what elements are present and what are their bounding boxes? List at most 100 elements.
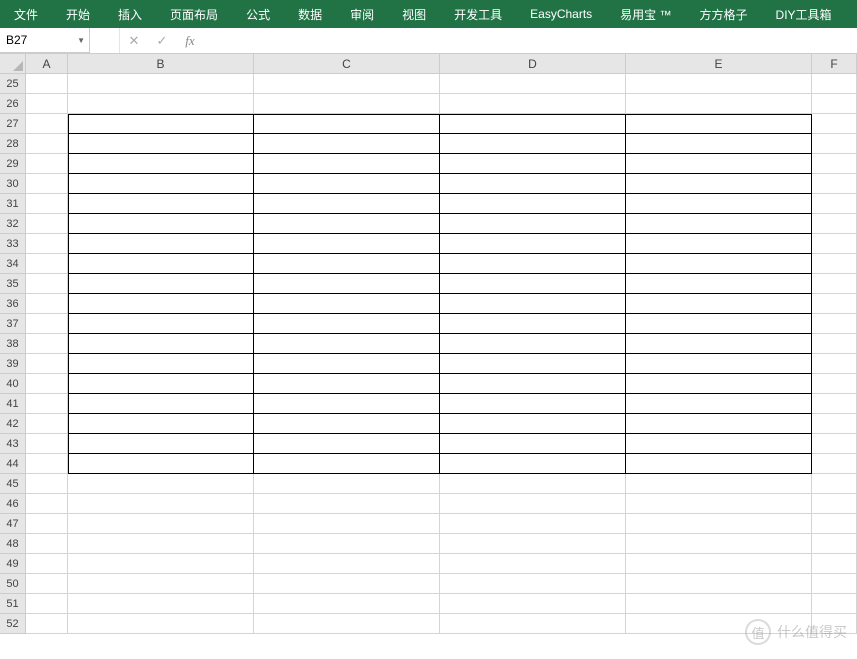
cell-E29[interactable] [626,154,812,174]
cell-E44[interactable] [626,454,812,474]
cell-B27[interactable] [68,114,254,134]
cell-A44[interactable] [26,454,68,474]
ribbon-tab-5[interactable]: 数据 [284,0,336,28]
cell-D41[interactable] [440,394,626,414]
ribbon-tab-9[interactable]: EasyCharts [516,0,606,28]
cell-C51[interactable] [254,594,440,614]
cell-D36[interactable] [440,294,626,314]
cell-F41[interactable] [812,394,857,414]
cell-A31[interactable] [26,194,68,214]
row-header-32[interactable]: 32 [0,214,26,234]
cell-F32[interactable] [812,214,857,234]
column-header-C[interactable]: C [254,54,440,74]
cell-C30[interactable] [254,174,440,194]
cell-C41[interactable] [254,394,440,414]
cell-D33[interactable] [440,234,626,254]
cell-A45[interactable] [26,474,68,494]
cell-A39[interactable] [26,354,68,374]
row-header-38[interactable]: 38 [0,334,26,354]
cell-E33[interactable] [626,234,812,254]
cell-A35[interactable] [26,274,68,294]
cell-F50[interactable] [812,574,857,594]
cell-F49[interactable] [812,554,857,574]
cell-D31[interactable] [440,194,626,214]
cell-B29[interactable] [68,154,254,174]
cell-B41[interactable] [68,394,254,414]
cell-A40[interactable] [26,374,68,394]
cell-F37[interactable] [812,314,857,334]
cell-E43[interactable] [626,434,812,454]
row-header-31[interactable]: 31 [0,194,26,214]
cell-E47[interactable] [626,514,812,534]
cell-F27[interactable] [812,114,857,134]
cell-F31[interactable] [812,194,857,214]
cell-C25[interactable] [254,74,440,94]
cell-E51[interactable] [626,594,812,614]
cell-B36[interactable] [68,294,254,314]
cell-E32[interactable] [626,214,812,234]
cell-E26[interactable] [626,94,812,114]
fx-button[interactable]: fx [176,28,204,53]
row-header-48[interactable]: 48 [0,534,26,554]
cell-A48[interactable] [26,534,68,554]
cell-E25[interactable] [626,74,812,94]
cell-C44[interactable] [254,454,440,474]
cell-F45[interactable] [812,474,857,494]
cell-D37[interactable] [440,314,626,334]
cell-F43[interactable] [812,434,857,454]
cell-C28[interactable] [254,134,440,154]
cell-C52[interactable] [254,614,440,634]
cell-B43[interactable] [68,434,254,454]
confirm-button[interactable]: ✓ [148,28,176,53]
cell-B35[interactable] [68,274,254,294]
formula-input[interactable] [204,28,857,53]
cell-A36[interactable] [26,294,68,314]
select-all-corner[interactable] [0,54,26,74]
cell-A47[interactable] [26,514,68,534]
cell-B47[interactable] [68,514,254,534]
dropdown-icon[interactable]: ▼ [77,36,85,45]
cell-B33[interactable] [68,234,254,254]
cell-F36[interactable] [812,294,857,314]
row-header-27[interactable]: 27 [0,114,26,134]
cell-B32[interactable] [68,214,254,234]
cell-F40[interactable] [812,374,857,394]
cell-E45[interactable] [626,474,812,494]
row-header-49[interactable]: 49 [0,554,26,574]
cell-F29[interactable] [812,154,857,174]
cell-B25[interactable] [68,74,254,94]
cell-B26[interactable] [68,94,254,114]
cell-C36[interactable] [254,294,440,314]
row-header-51[interactable]: 51 [0,594,26,614]
row-header-40[interactable]: 40 [0,374,26,394]
cell-C43[interactable] [254,434,440,454]
ribbon-tab-1[interactable]: 开始 [52,0,104,28]
cell-C38[interactable] [254,334,440,354]
cell-C40[interactable] [254,374,440,394]
cell-E52[interactable] [626,614,812,634]
cell-E40[interactable] [626,374,812,394]
cell-A52[interactable] [26,614,68,634]
cell-E35[interactable] [626,274,812,294]
cell-C46[interactable] [254,494,440,514]
cell-F47[interactable] [812,514,857,534]
column-header-D[interactable]: D [440,54,626,74]
cell-F51[interactable] [812,594,857,614]
cell-C39[interactable] [254,354,440,374]
cell-D51[interactable] [440,594,626,614]
cell-B31[interactable] [68,194,254,214]
cell-D46[interactable] [440,494,626,514]
cell-C26[interactable] [254,94,440,114]
cell-E41[interactable] [626,394,812,414]
ribbon-tab-6[interactable]: 审阅 [336,0,388,28]
cell-F30[interactable] [812,174,857,194]
cell-C33[interactable] [254,234,440,254]
column-header-E[interactable]: E [626,54,812,74]
cell-B30[interactable] [68,174,254,194]
cell-D38[interactable] [440,334,626,354]
row-header-36[interactable]: 36 [0,294,26,314]
cell-E38[interactable] [626,334,812,354]
cell-F52[interactable] [812,614,857,634]
cell-B51[interactable] [68,594,254,614]
ribbon-tab-8[interactable]: 开发工具 [440,0,516,28]
